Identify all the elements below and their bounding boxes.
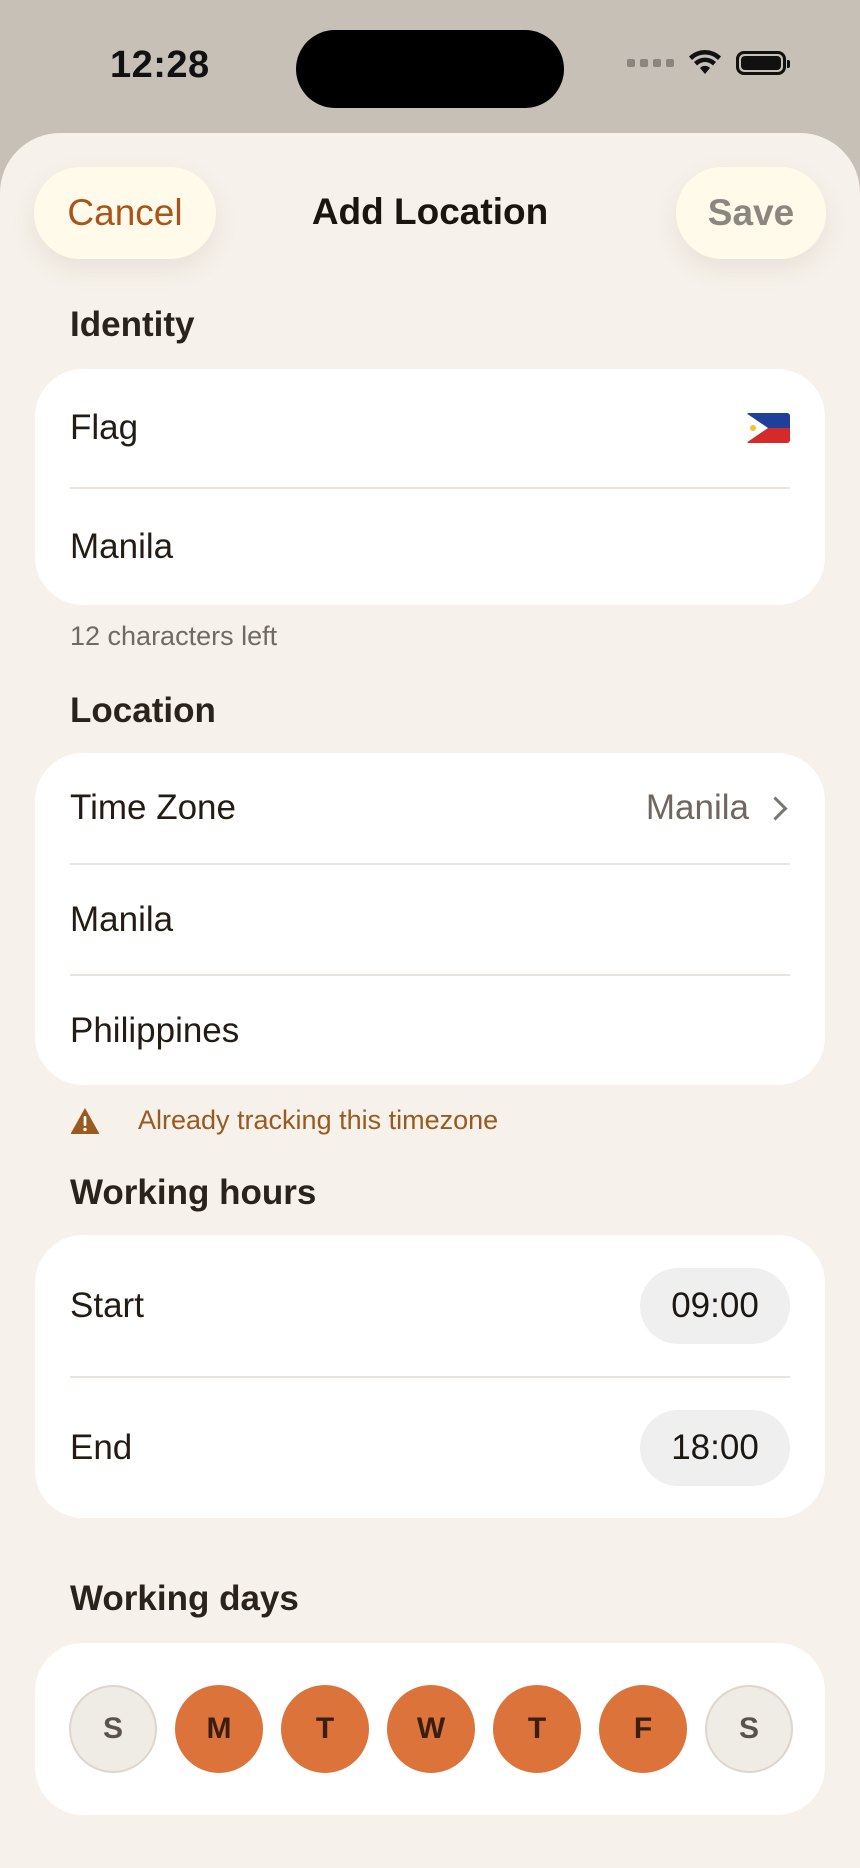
philippines-flag-icon xyxy=(746,413,790,443)
battery-icon xyxy=(736,51,790,75)
day-selector: S M T W T F S xyxy=(69,1685,793,1773)
end-time-picker[interactable]: 18:00 xyxy=(640,1410,790,1486)
location-name-field[interactable]: Manila xyxy=(70,489,790,605)
status-bar: 12:28 xyxy=(0,0,860,130)
location-section-header: Location xyxy=(70,691,216,730)
day-toggle-wednesday[interactable]: W xyxy=(387,1685,475,1773)
working-days-section-header: Working days xyxy=(70,1579,299,1618)
end-row: End 18:00 xyxy=(70,1378,790,1518)
status-time: 12:28 xyxy=(110,44,210,86)
time-zone-row[interactable]: Time Zone Manila xyxy=(70,753,790,863)
time-zone-value-group: Manila xyxy=(646,788,790,828)
location-card: Time Zone Manila Manila Philippines xyxy=(35,753,825,1085)
time-zone-label: Time Zone xyxy=(70,788,236,827)
identity-card: Flag Manila xyxy=(35,369,825,605)
start-row: Start 09:00 xyxy=(70,1235,790,1376)
flag-label: Flag xyxy=(70,408,139,447)
day-toggle-monday[interactable]: M xyxy=(175,1685,263,1773)
chevron-right-icon xyxy=(763,795,788,821)
location-name-value: Manila xyxy=(70,527,174,566)
warning-icon xyxy=(70,1107,100,1134)
city-field[interactable]: Manila xyxy=(70,865,790,974)
day-toggle-tuesday[interactable]: T xyxy=(281,1685,369,1773)
time-zone-value: Manila xyxy=(645,788,749,827)
dynamic-island xyxy=(296,30,564,108)
wifi-icon xyxy=(689,50,721,74)
day-toggle-saturday[interactable]: S xyxy=(705,1685,793,1773)
add-location-sheet: Cancel Add Location Save Identity Flag M… xyxy=(0,133,860,1868)
day-toggle-sunday[interactable]: S xyxy=(69,1685,157,1773)
flag-row[interactable]: Flag xyxy=(70,369,790,487)
country-value: Philippines xyxy=(70,1010,240,1050)
working-hours-card: Start 09:00 End 18:00 xyxy=(35,1235,825,1518)
timezone-warning: Already tracking this timezone xyxy=(70,1105,498,1136)
day-toggle-friday[interactable]: F xyxy=(599,1685,687,1773)
start-label: Start xyxy=(70,1285,144,1325)
save-button[interactable]: Save xyxy=(676,167,826,259)
working-hours-section-header: Working hours xyxy=(70,1173,317,1212)
signal-icon xyxy=(627,59,674,67)
end-label: End xyxy=(70,1428,133,1467)
day-toggle-thursday[interactable]: T xyxy=(493,1685,581,1773)
start-time-picker[interactable]: 09:00 xyxy=(640,1267,790,1344)
status-icons xyxy=(627,50,790,76)
working-days-card: S M T W T F S xyxy=(35,1643,825,1815)
city-value: Manila xyxy=(70,899,174,939)
identity-section-header: Identity xyxy=(70,305,195,344)
country-field[interactable]: Philippines xyxy=(70,976,790,1085)
character-count-helper: 12 characters left xyxy=(70,621,278,651)
warning-text: Already tracking this timezone xyxy=(138,1105,499,1135)
